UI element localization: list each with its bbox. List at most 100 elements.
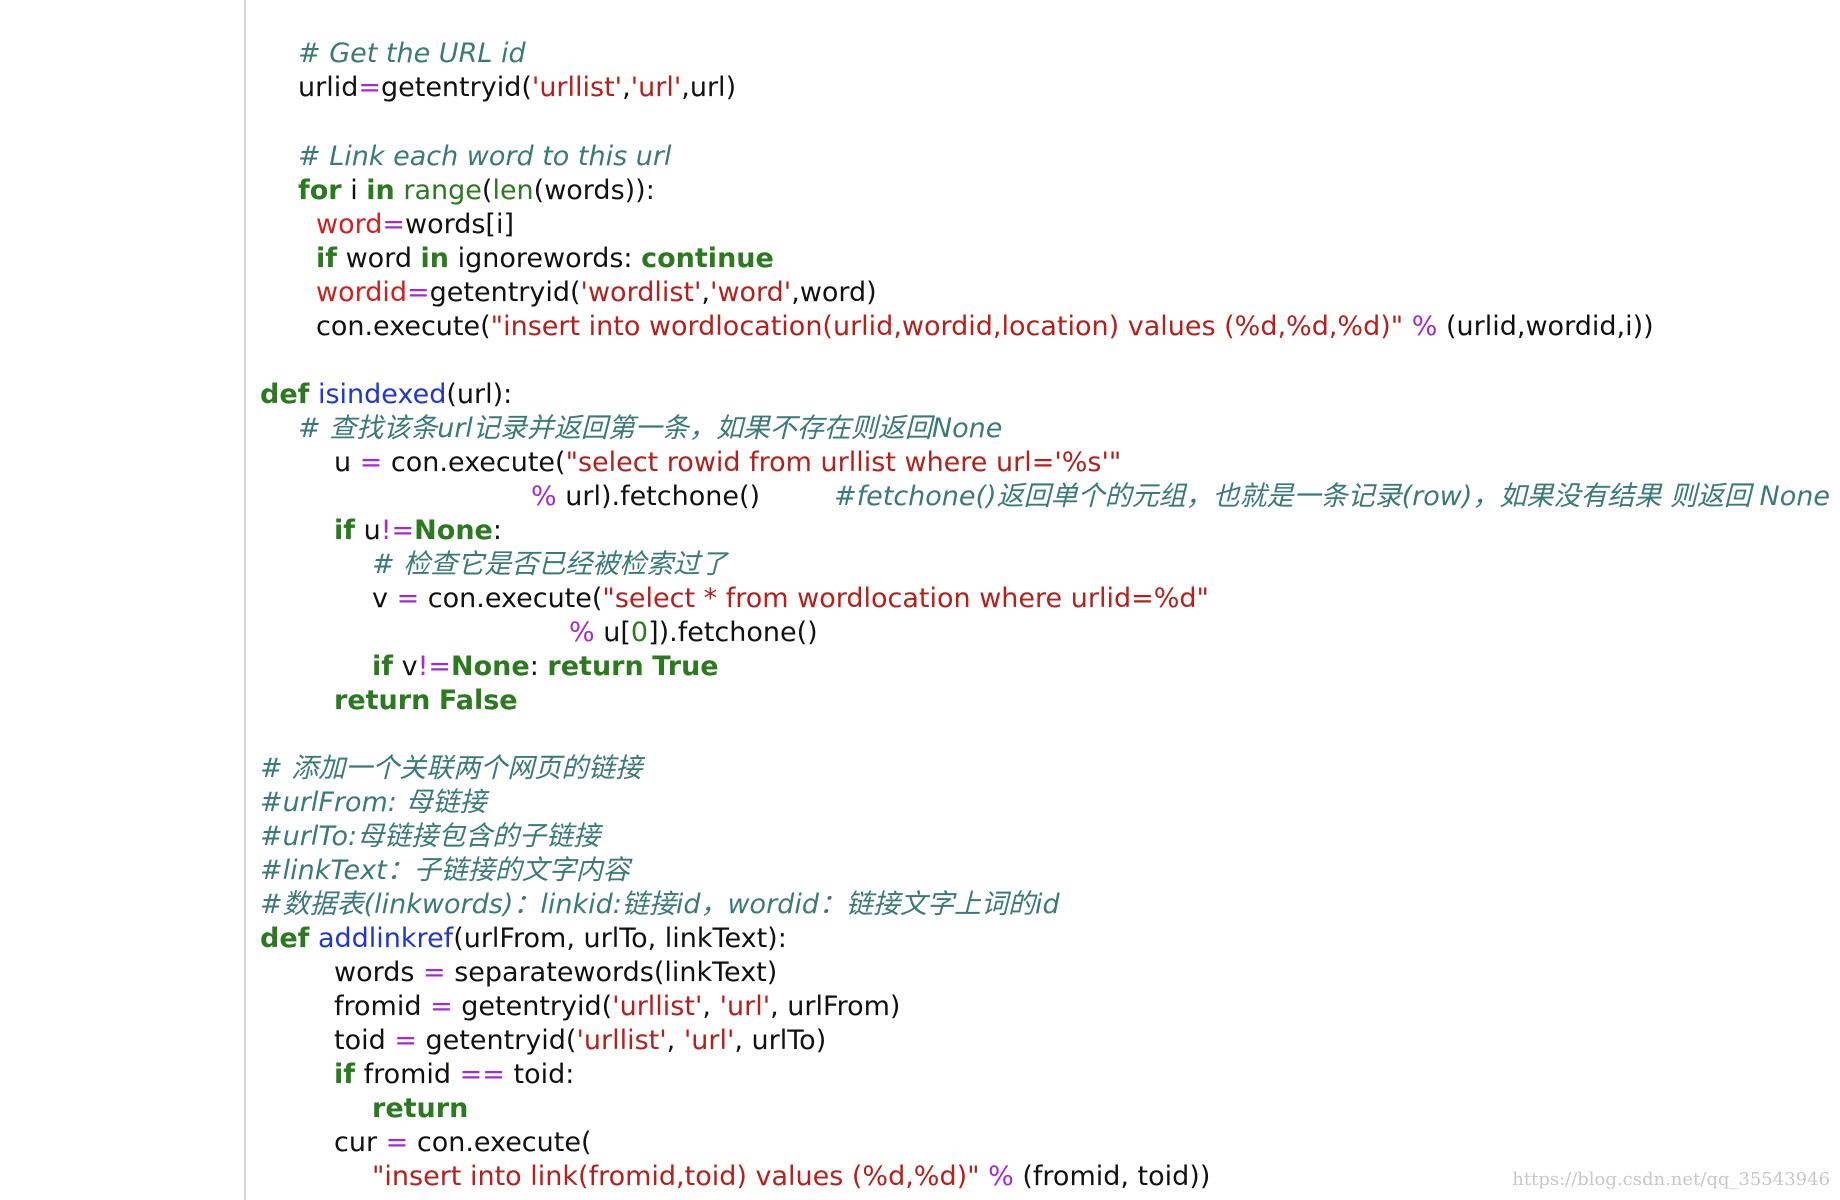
- operator: =: [430, 991, 453, 1022]
- code-text: (words)):: [533, 175, 655, 206]
- code-line: wordid=getentryid('wordlist','word',word…: [316, 276, 877, 310]
- code-text: ,word): [791, 277, 877, 308]
- watermark-text: https://blog.csdn.net/qq_35543946: [1512, 1169, 1830, 1190]
- code-line: words = separatewords(linkText): [334, 956, 777, 990]
- operator: =: [382, 209, 405, 240]
- code-text: fromid: [334, 991, 431, 1022]
- operator: !=: [417, 651, 452, 682]
- string-literal: "insert into link(fromid,toid) values (%…: [372, 1161, 980, 1192]
- code-line: v = con.execute("select * from wordlocat…: [372, 582, 1209, 616]
- code-text: getentryid(: [380, 72, 532, 103]
- code-line: u = con.execute("select rowid from urlli…: [334, 446, 1121, 480]
- keyword: def: [260, 379, 310, 410]
- code-text: v: [372, 583, 397, 614]
- code-text: u: [334, 447, 360, 478]
- code-line: return False: [334, 684, 518, 718]
- code-text: word: [337, 243, 421, 274]
- code-text: ]).fetchone(): [648, 617, 818, 648]
- comment: #数据表(linkwords)：linkid:链接id，wordid：链接文字上…: [260, 889, 1060, 920]
- code-text: , urlTo): [734, 1025, 827, 1056]
- string-literal: 'wordlist': [580, 277, 702, 308]
- variable: wordid: [316, 277, 408, 308]
- operator: !=: [380, 515, 415, 546]
- string-literal: "insert into wordlocation(urlid,wordid,l…: [490, 311, 1404, 342]
- code-text: (urlid,wordid,i)): [1437, 311, 1654, 342]
- code-text: cur: [334, 1127, 386, 1158]
- comment: # Get the URL id: [298, 38, 526, 69]
- string-literal: 'url': [630, 72, 682, 103]
- builtin: range: [403, 175, 482, 206]
- keyword: in: [366, 175, 395, 206]
- code-line: if v!=None: return True: [372, 650, 719, 684]
- operator: =: [359, 447, 383, 478]
- code-text: :: [529, 651, 548, 682]
- code-line: #数据表(linkwords)：linkid:链接id，wordid：链接文字上…: [260, 888, 1060, 922]
- operator: %: [569, 617, 595, 648]
- comment: #fetchone()返回单个的元组，也就是一条记录(row)，如果没有结果 则…: [834, 481, 1830, 512]
- code-text: :: [492, 515, 502, 546]
- code-text: ,url): [681, 72, 737, 103]
- code-line: fromid = getentryid('urllist', 'url', ur…: [334, 990, 900, 1024]
- string-literal: "select rowid from urllist where url='%s…: [565, 447, 1122, 478]
- builtin: len: [492, 175, 534, 206]
- operator: =: [385, 1127, 409, 1158]
- operator: =: [423, 957, 446, 988]
- keyword: if: [372, 651, 394, 682]
- code-line: # Link each word to this url: [298, 140, 671, 174]
- code-text: (urlFrom, urlTo, linkText):: [453, 923, 787, 954]
- code-line: if fromid == toid:: [334, 1058, 574, 1092]
- function-name: addlinkref: [317, 923, 454, 954]
- keyword: for: [298, 175, 342, 206]
- keyword: return: [334, 685, 431, 716]
- code-line: #linkText：子链接的文字内容: [260, 854, 630, 888]
- code-text: words[i]: [405, 209, 515, 240]
- code-text: toid:: [504, 1059, 575, 1090]
- code-line: if u!=None:: [334, 514, 502, 548]
- string-literal: 'word': [710, 277, 792, 308]
- keyword: if: [334, 515, 356, 546]
- code-line: if word in ignorewords: continue: [316, 242, 774, 276]
- code-text: ignorewords:: [449, 243, 642, 274]
- code-line: # Get the URL id: [298, 37, 526, 71]
- code-line: word=words[i]: [316, 208, 514, 242]
- code-area[interactable]: # Get the URL id urlid=getentryid('urlli…: [260, 0, 1840, 1200]
- number-literal: 0: [630, 617, 649, 648]
- constant: False: [438, 685, 518, 716]
- code-text: words: [334, 957, 424, 988]
- code-text: ,: [622, 72, 631, 103]
- code-text: separatewords(linkText): [445, 957, 778, 988]
- code-text: ,: [701, 277, 711, 308]
- code-text: con.execute(: [316, 311, 491, 342]
- code-text: (: [481, 175, 493, 206]
- comment: # 添加一个关联两个网页的链接: [260, 753, 643, 784]
- code-line: # 查找该条url记录并返回第一条，如果不存在则返回None: [298, 412, 1002, 446]
- code-line: # 检查它是否已经被检索过了: [372, 548, 727, 582]
- code-line: def addlinkref(urlFrom, urlTo, linkText)…: [260, 922, 787, 956]
- keyword: if: [316, 243, 338, 274]
- code-line: cur = con.execute(: [334, 1126, 592, 1160]
- code-line: % u[0]).fetchone(): [569, 616, 818, 650]
- operator: %: [1411, 311, 1438, 342]
- code-line: return: [372, 1092, 468, 1126]
- comment: #linkText：子链接的文字内容: [260, 855, 630, 886]
- code-text: (url):: [446, 379, 513, 410]
- comment: # Link each word to this url: [298, 141, 672, 172]
- code-text: ,: [666, 1025, 684, 1056]
- constant: None: [414, 515, 493, 546]
- comment: # 检查它是否已经被检索过了: [372, 549, 728, 580]
- code-line: #urlTo:母链接包含的子链接: [260, 820, 600, 854]
- string-literal: 'url': [719, 991, 771, 1022]
- code-line: % url).fetchone(): [531, 480, 760, 514]
- code-line: #urlFrom: 母链接: [260, 786, 486, 820]
- operator: =: [394, 1025, 417, 1056]
- operator: =: [396, 583, 420, 614]
- operator: =: [358, 72, 381, 103]
- code-text: url).fetchone(): [556, 481, 761, 512]
- code-text: getentryid(: [416, 1025, 577, 1056]
- code-text: getentryid(: [429, 277, 581, 308]
- code-text: i: [341, 175, 367, 206]
